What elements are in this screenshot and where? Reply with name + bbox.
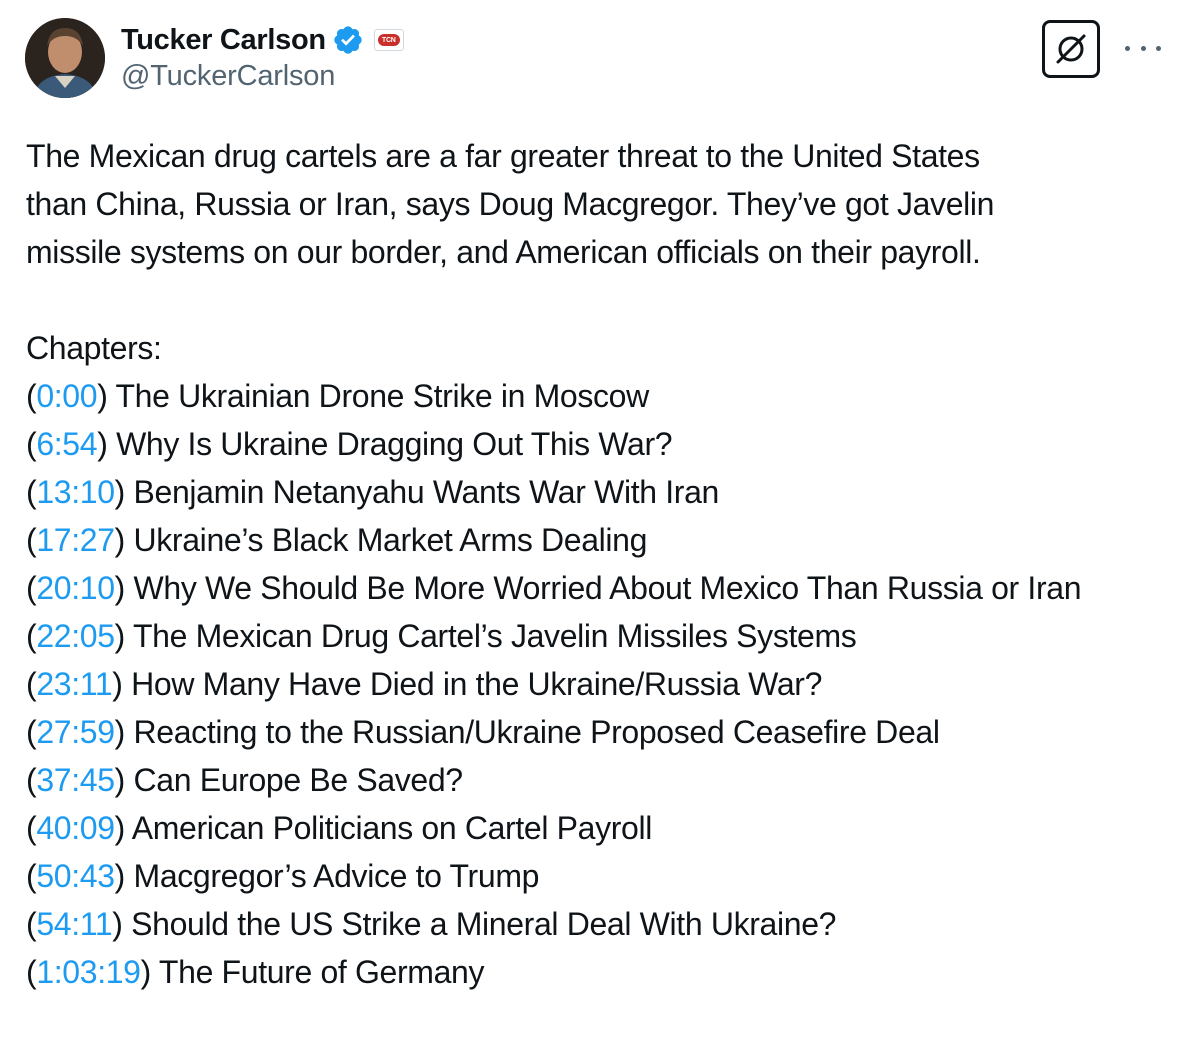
chapter-title: American Politicians on Cartel Payroll xyxy=(131,810,653,846)
paren: ( xyxy=(26,618,37,654)
paren: ( xyxy=(26,906,37,942)
paren: ( xyxy=(26,714,37,750)
paren: ( xyxy=(26,522,37,558)
chapter-timestamp-link[interactable]: 17:27 xyxy=(36,522,115,558)
chapter-item: (37:45) Can Europe Be Saved? xyxy=(26,756,1166,804)
paren: ) xyxy=(114,570,134,606)
tweet-text: The Mexican drug cartels are a far great… xyxy=(26,132,1166,996)
more-dot xyxy=(1156,45,1161,51)
chapter-title: Reacting to the Russian/Ukraine Proposed… xyxy=(133,714,940,750)
chapter-title: Why We Should Be More Worried About Mexi… xyxy=(133,570,1082,606)
chapter-item: (13:10) Benjamin Netanyahu Wants War Wit… xyxy=(26,468,1166,516)
avatar-image xyxy=(25,18,105,98)
more-dot xyxy=(1140,45,1146,51)
chapter-title: The Future of Germany xyxy=(158,954,485,990)
paren: ( xyxy=(26,810,37,846)
grok-button[interactable] xyxy=(1042,20,1100,78)
paren: ) xyxy=(114,762,134,798)
author-names: Tucker Carlson TCN @TuckerCarlson xyxy=(121,20,404,93)
more-dot xyxy=(1125,45,1130,51)
chapter-item: (40:09) American Politicians on Cartel P… xyxy=(26,804,1166,852)
chapter-item: (1:03:19) The Future of Germany xyxy=(26,948,1166,996)
chapter-timestamp-link[interactable]: 23:11 xyxy=(36,666,112,702)
paren: ( xyxy=(26,426,37,462)
chapter-item: (27:59) Reacting to the Russian/Ukraine … xyxy=(26,708,1166,756)
paren: ) xyxy=(114,858,134,894)
handle[interactable]: @TuckerCarlson xyxy=(121,60,404,93)
paren: ) xyxy=(140,954,159,990)
display-name-row: Tucker Carlson TCN xyxy=(121,20,404,60)
chapter-item: (50:43) Macgregor’s Advice to Trump xyxy=(26,852,1166,900)
paren: ( xyxy=(26,666,37,702)
tweet: Tucker Carlson TCN @TuckerCarlson The Me… xyxy=(0,0,1182,1054)
chapter-item: (0:00) The Ukrainian Drone Strike in Mos… xyxy=(26,372,1166,420)
tweet-intro-line: missile systems on our border, and Ameri… xyxy=(26,234,981,270)
chapter-timestamp-link[interactable]: 0:00 xyxy=(36,378,97,414)
tweet-header: Tucker Carlson TCN @TuckerCarlson xyxy=(25,18,1165,102)
chapter-title: How Many Have Died in the Ukraine/Russia… xyxy=(131,666,823,702)
more-options-icon[interactable] xyxy=(1125,36,1161,60)
chapter-timestamp-link[interactable]: 1:03:19 xyxy=(36,954,141,990)
paren: ) xyxy=(112,666,132,702)
chapter-item: (22:05) The Mexican Drug Cartel’s Javeli… xyxy=(26,612,1166,660)
paren: ) xyxy=(114,474,134,510)
display-name[interactable]: Tucker Carlson xyxy=(121,24,326,57)
chapter-timestamp-link[interactable]: 40:09 xyxy=(36,810,115,846)
verified-badge-icon[interactable] xyxy=(332,24,364,56)
chapter-item: (54:11) Should the US Strike a Mineral D… xyxy=(26,900,1166,948)
chapter-title: Ukraine’s Black Market Arms Dealing xyxy=(133,522,648,558)
tweet-intro-line: than China, Russia or Iran, says Doug Ma… xyxy=(26,186,995,222)
chapter-item: (20:10) Why We Should Be More Worried Ab… xyxy=(26,564,1166,612)
chapter-timestamp-link[interactable]: 13:10 xyxy=(36,474,115,510)
paren: ( xyxy=(26,570,37,606)
chapter-title: Macgregor’s Advice to Trump xyxy=(133,858,540,894)
chapter-title: Should the US Strike a Mineral Deal With… xyxy=(131,906,837,942)
chapter-timestamp-link[interactable]: 37:45 xyxy=(36,762,115,798)
paren: ( xyxy=(26,762,37,798)
avatar[interactable] xyxy=(25,18,105,98)
affiliate-badge-text: TCN xyxy=(377,34,400,46)
chapter-timestamp-link[interactable]: 27:59 xyxy=(36,714,115,750)
tcn-affiliate-badge-icon[interactable]: TCN xyxy=(373,29,404,51)
paren: ( xyxy=(26,474,37,510)
grok-icon xyxy=(1056,34,1086,64)
chapter-title: The Ukrainian Drone Strike in Moscow xyxy=(115,378,649,414)
chapter-list: (0:00) The Ukrainian Drone Strike in Mos… xyxy=(26,372,1166,996)
chapter-timestamp-link[interactable]: 20:10 xyxy=(36,570,115,606)
chapter-item: (6:54) Why Is Ukraine Dragging Out This … xyxy=(26,420,1166,468)
chapter-title: Why Is Ukraine Dragging Out This War? xyxy=(116,426,673,462)
chapter-timestamp-link[interactable]: 54:11 xyxy=(36,906,112,942)
paren: ) xyxy=(114,522,134,558)
paren: ) xyxy=(97,426,117,462)
paren: ( xyxy=(26,954,37,990)
chapter-item: (17:27) Ukraine’s Black Market Arms Deal… xyxy=(26,516,1166,564)
chapters-heading: Chapters: xyxy=(26,330,162,366)
paren: ) xyxy=(112,906,132,942)
chapter-timestamp-link[interactable]: 6:54 xyxy=(36,426,97,462)
chapter-title: The Mexican Drug Cartel’s Javelin Missil… xyxy=(132,618,857,654)
chapter-title: Benjamin Netanyahu Wants War With Iran xyxy=(133,474,720,510)
paren: ) xyxy=(114,618,133,654)
chapter-timestamp-link[interactable]: 50:43 xyxy=(36,858,115,894)
paren: ( xyxy=(26,858,37,894)
paren: ) xyxy=(114,714,134,750)
paren: ) xyxy=(114,810,132,846)
chapter-timestamp-link[interactable]: 22:05 xyxy=(36,618,115,654)
chapter-title: Can Europe Be Saved? xyxy=(133,762,464,798)
paren: ( xyxy=(26,378,37,414)
paren: ) xyxy=(97,378,116,414)
tweet-intro-line: The Mexican drug cartels are a far great… xyxy=(26,138,980,174)
chapter-item: (23:11) How Many Have Died in the Ukrain… xyxy=(26,660,1166,708)
